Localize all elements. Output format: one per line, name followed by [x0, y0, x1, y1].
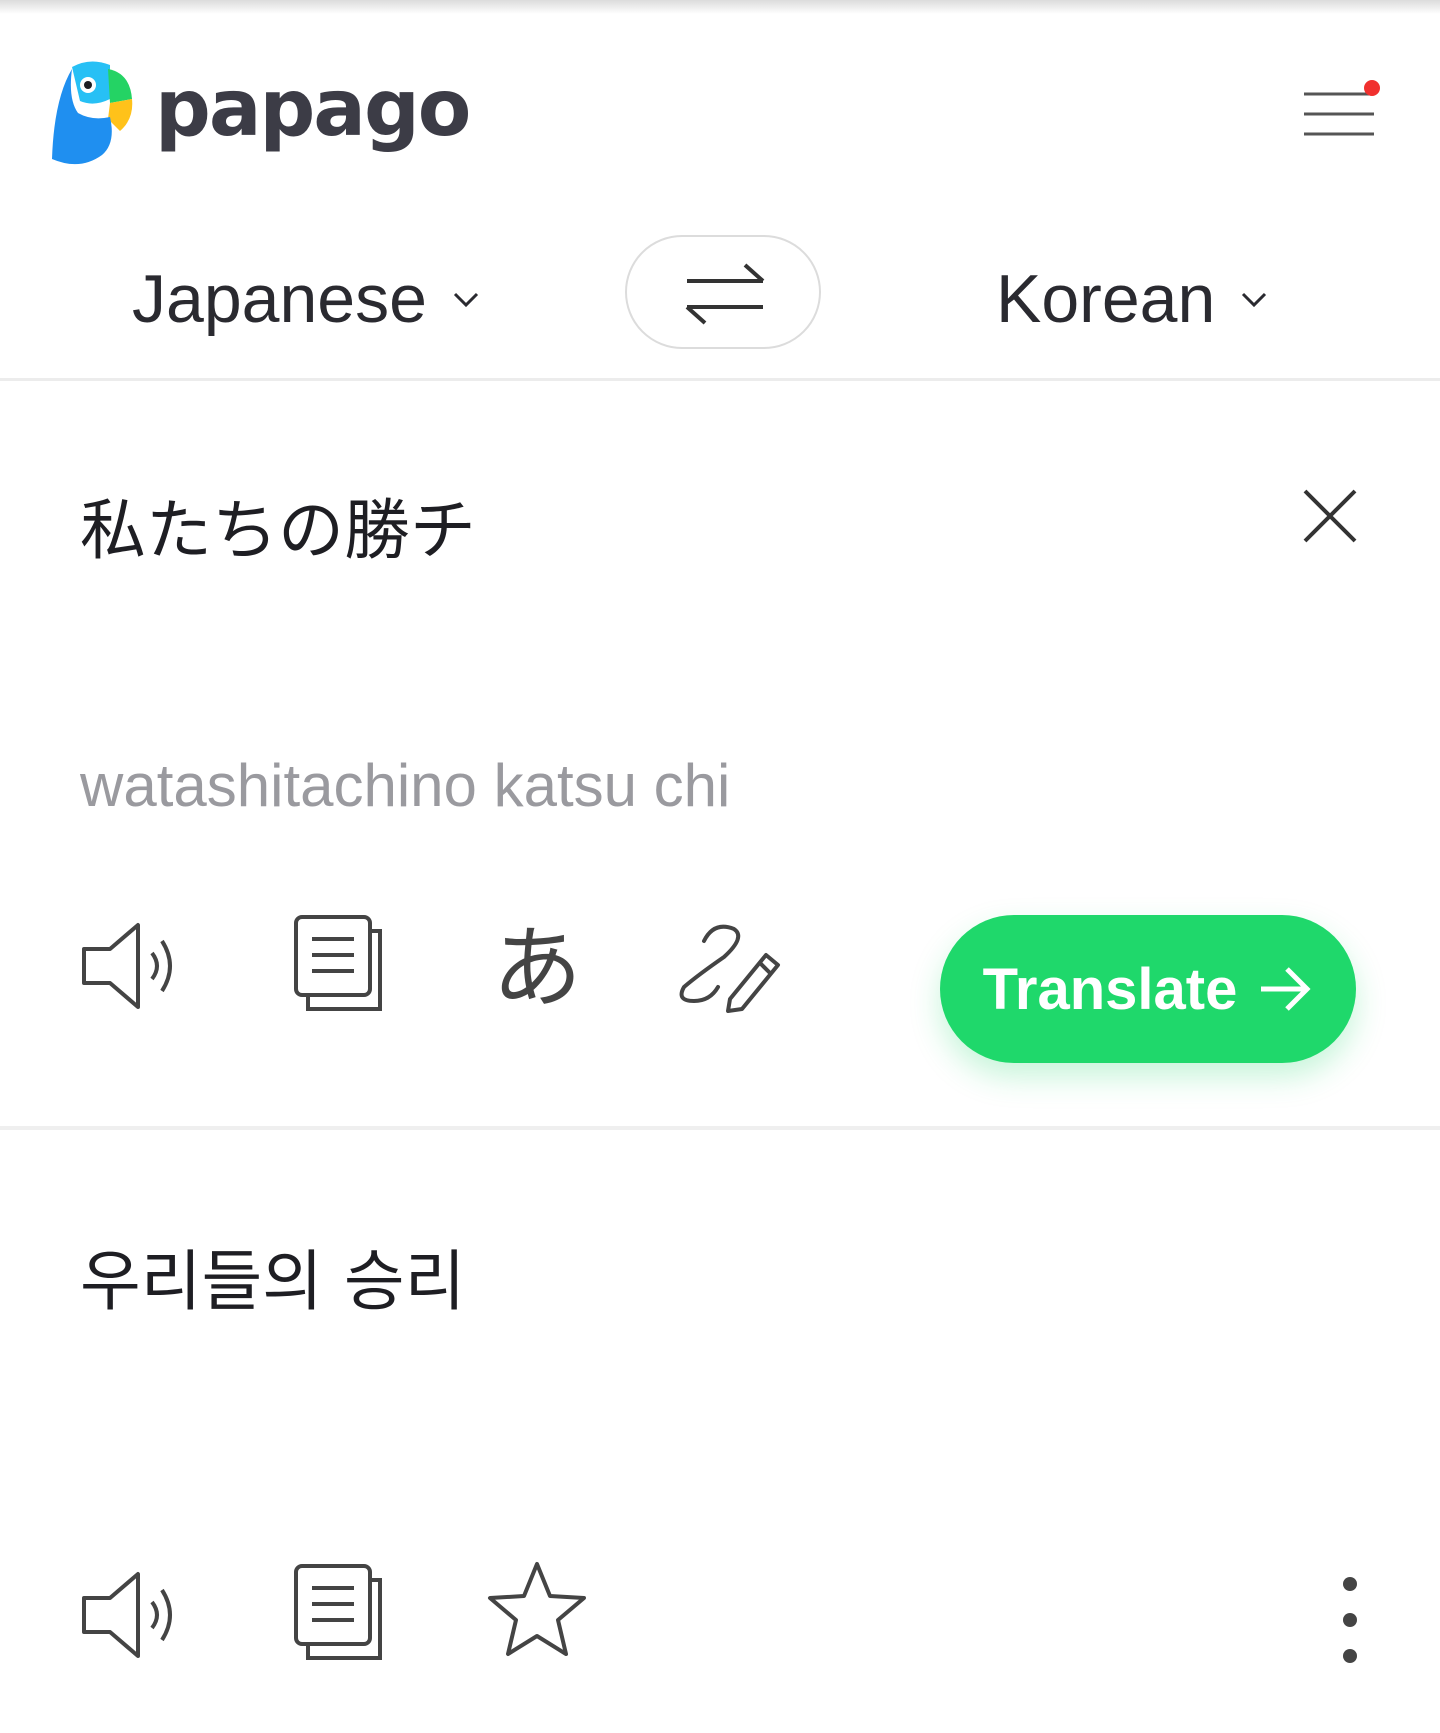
- speaker-icon[interactable]: [78, 911, 188, 1021]
- copy-icon[interactable]: [288, 1560, 398, 1670]
- swap-arrows-icon: [685, 263, 765, 325]
- brand-wordmark[interactable]: papago: [155, 70, 471, 148]
- svg-text:あ: あ: [492, 916, 582, 1021]
- hamburger-menu-icon[interactable]: [1300, 74, 1380, 154]
- source-text-input[interactable]: 私たちの勝チ: [80, 491, 476, 570]
- translate-button[interactable]: Translate: [940, 915, 1356, 1063]
- arrow-right-icon: [1261, 967, 1311, 1011]
- pronunciation-text: watashitachino katsu chi: [80, 752, 731, 819]
- target-language-label: Korean: [996, 261, 1216, 337]
- star-icon[interactable]: [482, 1556, 592, 1666]
- header: papago: [0, 14, 1440, 210]
- chevron-down-icon: [1242, 292, 1267, 308]
- copy-icon[interactable]: [288, 911, 398, 1021]
- more-vertical-icon[interactable]: [1320, 1570, 1380, 1670]
- source-language-label: Japanese: [132, 261, 427, 337]
- papago-logo-icon[interactable]: [50, 59, 140, 171]
- handwriting-icon[interactable]: [674, 911, 784, 1021]
- speaker-icon[interactable]: [78, 1560, 188, 1670]
- translate-button-label: Translate: [982, 956, 1238, 1022]
- translation-output: 우리들의 승리: [80, 1243, 466, 1320]
- target-language-select[interactable]: Korean: [996, 260, 1271, 338]
- close-icon[interactable]: [1295, 481, 1365, 551]
- chevron-down-icon: [453, 292, 478, 308]
- language-bar: Japanese Korean: [0, 210, 1440, 381]
- hiragana-keyboard-icon[interactable]: あ: [482, 911, 592, 1021]
- top-shadow: [0, 0, 1440, 14]
- swap-languages-button[interactable]: [625, 235, 821, 349]
- source-language-select[interactable]: Japanese: [132, 260, 483, 338]
- target-panel: 우리들의 승리: [0, 1130, 1440, 1733]
- notification-dot: [1364, 80, 1380, 96]
- source-panel: 私たちの勝チ watashitachino katsu chi あ Transl…: [0, 381, 1440, 1130]
